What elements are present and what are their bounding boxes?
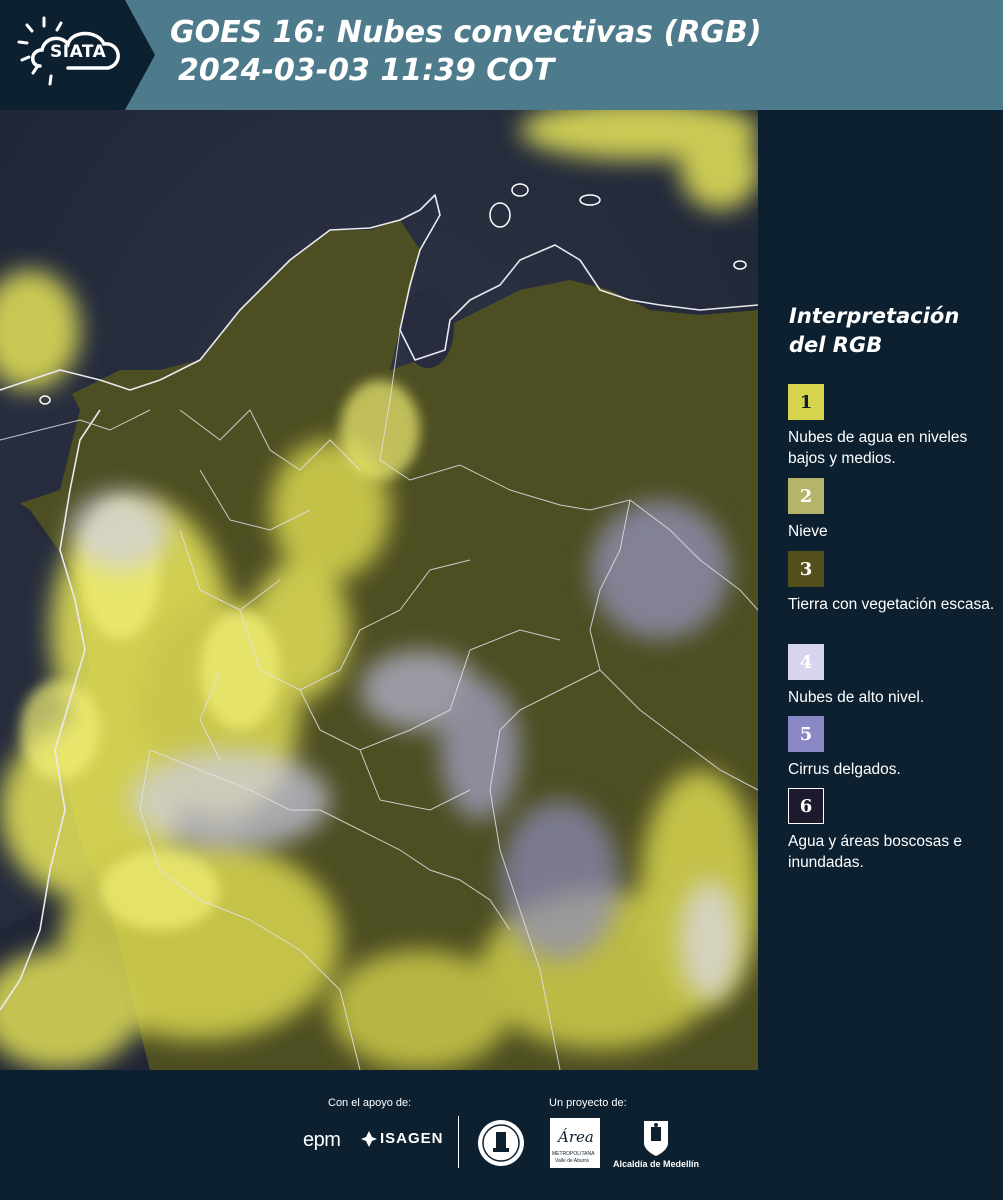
legend-number-5: 5 (799, 723, 813, 745)
legend-swatch-5: 5 (788, 716, 824, 752)
seal-icon[interactable] (476, 1118, 526, 1168)
project-label: Un proyecto de: (549, 1097, 627, 1109)
legend-number-4: 4 (799, 651, 813, 673)
epm-logo[interactable]: epm (303, 1129, 341, 1152)
support-label: Con el apoyo de: (328, 1097, 412, 1109)
footer-divider (458, 1116, 459, 1168)
legend-item-1: 1 Nubes de agua en niveles bajos y medio… (788, 384, 998, 469)
legend-number-6: 6 (799, 795, 813, 817)
legend-swatch-3: 3 (788, 551, 824, 587)
title-line-1: GOES 16: Nubes convectivas (RGB) (170, 15, 762, 50)
footer-bar: Con el apoyo de: Un proyecto de: epm ISA… (0, 1070, 1003, 1200)
area-line-1: METROPOLITANA (552, 1151, 595, 1157)
area-metropolitana-logo[interactable]: Área METROPOLITANA Valle de Aburrá (550, 1118, 600, 1168)
legend-label-6: Agua y áreas boscosas e inundadas. (788, 833, 963, 871)
isagen-icon (361, 1130, 377, 1147)
isagen-logo[interactable]: ISAGEN (361, 1130, 444, 1147)
legend-label-5: Cirrus delgados. (788, 761, 901, 778)
satellite-image (0, 110, 758, 1070)
legend-title-line-2: del RGB (789, 333, 883, 357)
legend-item-5: 5 Cirrus delgados. (788, 716, 998, 780)
alcaldia-shield-icon[interactable] (642, 1119, 670, 1157)
legend-item-2: 2 Nieve (788, 478, 998, 542)
legend-item-6: 6 Agua y áreas boscosas e inundadas. (788, 788, 998, 873)
legend-title-line-1: Interpretación (789, 304, 960, 328)
legend-swatch-4: 4 (788, 644, 824, 680)
legend-number-2: 2 (799, 485, 813, 507)
siata-logo-text: SIATA (50, 42, 107, 62)
legend-label-3: Tierra con vegetación escasa. (788, 596, 995, 613)
legend-label-2: Nieve (788, 523, 828, 540)
legend-number-3: 3 (799, 558, 813, 580)
page-title: GOES 16: Nubes convectivas (RGB) 2024-03… (170, 14, 762, 90)
alcaldia-text: Alcaldía de Medellín (613, 1159, 700, 1169)
legend-swatch-6: 6 (788, 788, 824, 824)
title-line-2: 2024-03-03 11:39 COT (178, 53, 555, 88)
legend-label-1: Nubes de agua en niveles bajos y medios. (788, 429, 968, 467)
header-bar: SIATA GOES 16: Nubes convectivas (RGB) 2… (0, 0, 1003, 110)
legend-item-3: 3 Tierra con vegetación escasa. (788, 551, 998, 615)
legend-number-1: 1 (799, 391, 813, 413)
legend-swatch-2: 2 (788, 478, 824, 514)
legend-item-4: 4 Nubes de alto nivel. (788, 644, 998, 708)
area-script: Área (558, 1128, 594, 1146)
area-line-2: Valle de Aburrá (555, 1158, 589, 1164)
legend-panel: Interpretación del RGB 1 Nubes de agua e… (760, 110, 1003, 1070)
legend-title: Interpretación del RGB (789, 302, 999, 360)
legend-label-4: Nubes de alto nivel. (788, 689, 925, 706)
siata-logo[interactable]: SIATA (0, 0, 155, 110)
satellite-map[interactable] (0, 110, 758, 1070)
isagen-text: ISAGEN (380, 1130, 444, 1147)
legend-swatch-1: 1 (788, 384, 824, 420)
